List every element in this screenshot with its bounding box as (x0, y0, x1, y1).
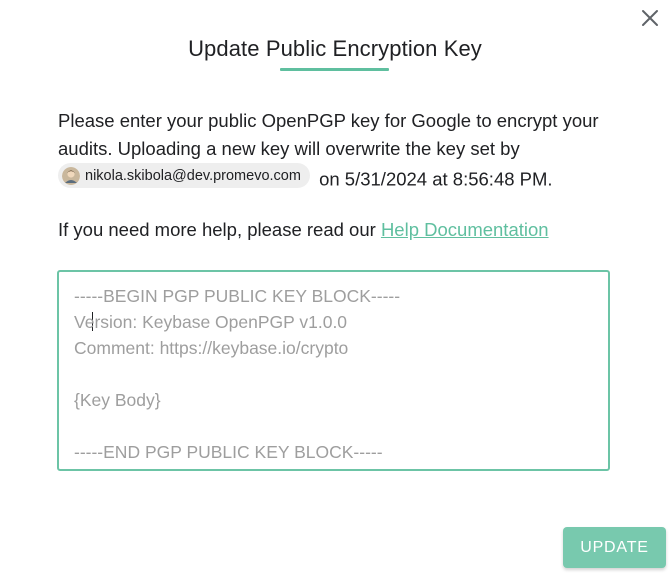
title-underline (280, 68, 389, 71)
close-button[interactable] (638, 6, 662, 30)
update-key-dialog: Update Public Encryption Key Please ente… (0, 0, 670, 577)
help-prefix: If you need more help, please read our (58, 219, 381, 240)
help-text: If you need more help, please read our H… (58, 218, 549, 242)
public-key-textarea[interactable]: -----BEGIN PGP PUBLIC KEY BLOCK----- Ver… (57, 270, 610, 471)
instruction-line: Please enter your public OpenPGP key for… (58, 110, 599, 159)
user-email: nikola.skibola@dev.promevo.com (85, 167, 301, 184)
timestamp-text: on 5/31/2024 at 8:56:48 PM. (319, 168, 553, 190)
close-icon (642, 10, 658, 26)
avatar (62, 166, 80, 185)
key-placeholder: -----BEGIN PGP PUBLIC KEY BLOCK----- Ver… (74, 286, 401, 462)
dialog-title: Update Public Encryption Key (188, 36, 482, 61)
instruction-text: Please enter your public OpenPGP key for… (58, 107, 618, 194)
user-chip: nikola.skibola@dev.promevo.com (58, 163, 310, 188)
help-documentation-link[interactable]: Help Documentation (381, 219, 549, 240)
update-button[interactable]: UPDATE (563, 527, 666, 568)
